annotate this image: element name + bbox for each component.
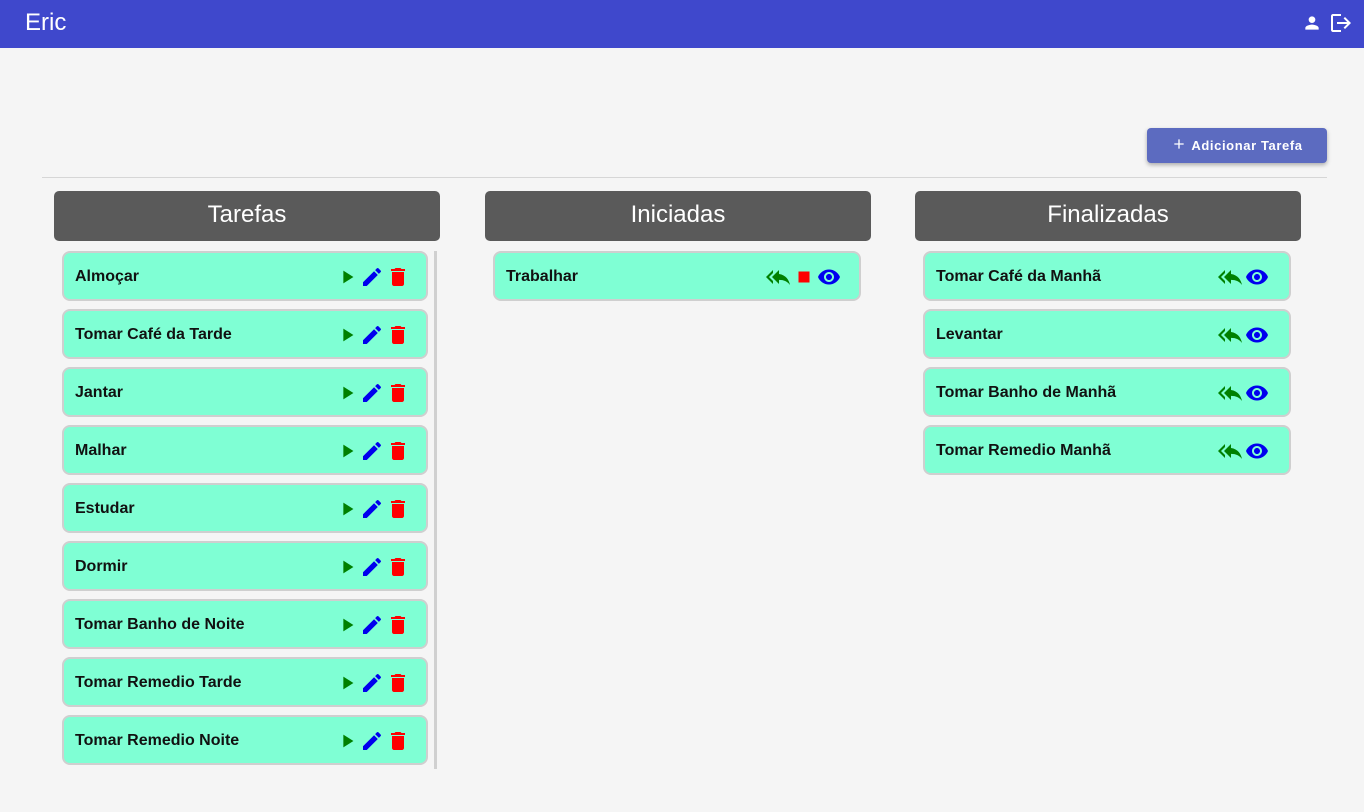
column-header: Finalizadas (915, 191, 1301, 241)
eye-icon[interactable] (1245, 439, 1269, 463)
play-icon[interactable] (336, 730, 358, 752)
delete-icon[interactable] (386, 265, 410, 289)
play-icon[interactable] (336, 614, 358, 636)
task-card: Levantar (923, 309, 1291, 359)
play-icon[interactable] (336, 382, 358, 404)
task-actions (336, 555, 410, 579)
play-icon[interactable] (336, 672, 358, 694)
top-app-bar: Eric (0, 0, 1364, 48)
user-name: Eric (25, 9, 67, 36)
task-label: Tomar Remedio Noite (75, 732, 240, 749)
task-card: Tomar Banho de Manhã (923, 367, 1291, 417)
play-icon[interactable] (336, 440, 358, 462)
reply-all-icon[interactable] (1217, 323, 1243, 347)
add-task-button[interactable]: Adicionar Tarefa (1147, 128, 1327, 163)
task-card: Tomar Banho de Noite (62, 599, 428, 649)
delete-icon[interactable] (386, 729, 410, 753)
delete-icon[interactable] (386, 323, 410, 347)
task-label: Tomar Banho de Noite (75, 616, 245, 633)
edit-icon[interactable] (360, 555, 384, 579)
delete-icon[interactable] (386, 613, 410, 637)
plus-icon (1171, 136, 1187, 155)
edit-icon[interactable] (360, 671, 384, 695)
task-card: Tomar Remedio Manhã (923, 425, 1291, 475)
task-label: Dormir (75, 558, 128, 575)
column-header: Iniciadas (485, 191, 871, 241)
edit-icon[interactable] (360, 323, 384, 347)
task-card: Almoçar (62, 251, 428, 301)
column-header: Tarefas (54, 191, 440, 241)
column-finalizadas: Finalizadas Tomar Café da Manhã Levantar T… (915, 191, 1301, 475)
logout-icon[interactable] (1328, 11, 1352, 35)
task-label: Trabalhar (506, 268, 579, 285)
stop-icon[interactable] (793, 266, 815, 288)
delete-icon[interactable] (386, 497, 410, 521)
eye-icon[interactable] (1245, 323, 1269, 347)
task-actions (336, 613, 410, 637)
task-actions (336, 381, 410, 405)
task-card: Jantar (62, 367, 428, 417)
task-card: Tomar Café da Tarde (62, 309, 428, 359)
edit-icon[interactable] (360, 439, 384, 463)
column-tarefas: Tarefas Almoçar Tomar Café da Tarde Jantar… (54, 191, 440, 769)
edit-icon[interactable] (360, 729, 384, 753)
edit-icon[interactable] (360, 613, 384, 637)
play-icon[interactable] (336, 324, 358, 346)
task-card: Tomar Remedio Noite (62, 715, 428, 765)
play-icon[interactable] (336, 266, 358, 288)
reply-all-icon[interactable] (1217, 265, 1243, 289)
task-actions (1217, 381, 1269, 405)
reply-all-icon[interactable] (765, 265, 791, 289)
task-actions (336, 671, 410, 695)
edit-icon[interactable] (360, 497, 384, 521)
task-card: Trabalhar (493, 251, 861, 301)
delete-icon[interactable] (386, 671, 410, 695)
task-actions (1217, 323, 1269, 347)
task-actions (1217, 265, 1269, 289)
edit-icon[interactable] (360, 265, 384, 289)
task-actions (336, 729, 410, 753)
task-label: Tomar Remedio Tarde (75, 674, 242, 691)
task-card: Estudar (62, 483, 428, 533)
task-card: Tomar Café da Manhã (923, 251, 1291, 301)
eye-icon[interactable] (1245, 381, 1269, 405)
task-label: Tomar Remedio Manhã (936, 442, 1111, 459)
play-icon[interactable] (336, 498, 358, 520)
delete-icon[interactable] (386, 439, 410, 463)
reply-all-icon[interactable] (1217, 381, 1243, 405)
task-list: Tomar Café da Manhã Levantar Tomar Banho d… (923, 251, 1295, 769)
task-list: Trabalhar (493, 251, 865, 769)
add-task-label: Adicionar Tarefa (1191, 138, 1303, 153)
task-label: Estudar (75, 500, 135, 517)
task-actions (336, 265, 410, 289)
task-label: Almoçar (75, 268, 140, 285)
task-actions (336, 439, 410, 463)
topbar-icons (1302, 11, 1352, 35)
task-card: Malhar (62, 425, 428, 475)
delete-icon[interactable] (386, 381, 410, 405)
task-label: Tomar Café da Tarde (75, 326, 232, 343)
eye-icon[interactable] (817, 265, 841, 289)
task-card: Dormir (62, 541, 428, 591)
reply-all-icon[interactable] (1217, 439, 1243, 463)
column-iniciadas: Iniciadas Trabalhar (485, 191, 871, 301)
task-card: Tomar Remedio Tarde (62, 657, 428, 707)
task-actions (765, 265, 841, 289)
task-actions (336, 497, 410, 521)
task-actions (336, 323, 410, 347)
task-actions (1217, 439, 1269, 463)
task-label: Levantar (936, 326, 1003, 343)
play-icon[interactable] (336, 556, 358, 578)
edit-icon[interactable] (360, 381, 384, 405)
task-list[interactable]: Almoçar Tomar Café da Tarde Jantar Malhar Es… (62, 251, 437, 769)
task-label: Tomar Banho de Manhã (936, 384, 1117, 401)
delete-icon[interactable] (386, 555, 410, 579)
task-label: Jantar (75, 384, 124, 401)
eye-icon[interactable] (1245, 265, 1269, 289)
task-label: Malhar (75, 442, 127, 459)
divider (42, 177, 1327, 178)
task-label: Tomar Café da Manhã (936, 268, 1102, 285)
user-icon[interactable] (1302, 13, 1322, 33)
